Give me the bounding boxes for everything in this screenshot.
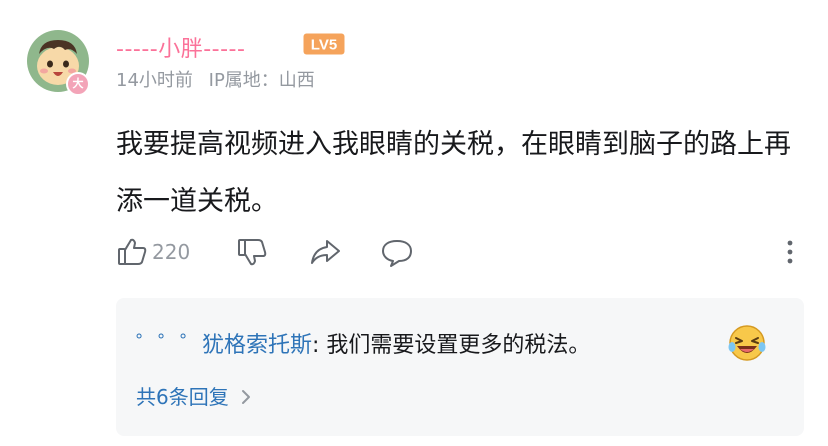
laughing-crying-emoji-icon	[728, 325, 766, 361]
more-button[interactable]	[780, 234, 800, 270]
like-icon	[118, 238, 147, 265]
comment-icon	[382, 240, 412, 267]
share-button[interactable]	[308, 234, 342, 270]
view-replies-label: 共6条回复	[136, 385, 229, 409]
avatar-badge: 大	[66, 72, 90, 96]
view-replies-link[interactable]: 共6条回复	[136, 381, 253, 410]
ip-location: IP属地：山西	[208, 70, 315, 91]
like-button[interactable]: 220	[116, 234, 190, 270]
level-badge-text: LV5	[311, 37, 337, 54]
avatar[interactable]: 大	[27, 30, 90, 96]
reply-line: ゜゜゜犹格索托斯: 我们需要设置更多的税法。	[136, 327, 590, 359]
reply-preview[interactable]: ゜゜゜犹格索托斯: 我们需要设置更多的税法。 共6条回复	[116, 298, 804, 436]
level-badge: LV5	[303, 33, 345, 55]
dislike-button[interactable]	[236, 234, 268, 270]
comment-text: 我要提高视频进入我眼睛的关税，在眼睛到脑子的路上再添一道关税。	[116, 129, 791, 217]
username[interactable]: -----小胖-----	[116, 31, 245, 63]
chevron-right-icon	[242, 390, 251, 404]
action-bar: 220	[116, 234, 806, 270]
like-count: 220	[152, 240, 191, 264]
comment-time: 14小时前	[116, 70, 193, 91]
share-icon	[311, 240, 340, 264]
more-icon	[787, 240, 793, 264]
reply-username[interactable]: ゜゜゜犹格索托斯	[136, 333, 312, 358]
dislike-icon	[238, 239, 267, 266]
comment-meta: 14小时前 IP属地：山西	[116, 66, 325, 92]
reply-text: 我们需要设置更多的税法。	[319, 333, 591, 358]
comment-button[interactable]	[380, 234, 414, 270]
